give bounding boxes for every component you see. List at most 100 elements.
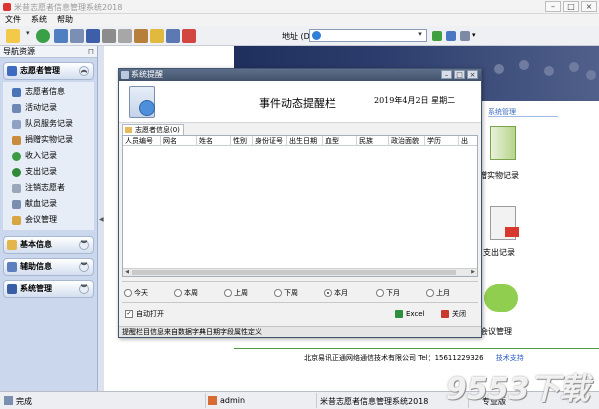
expense-icon bbox=[12, 168, 21, 177]
donation-record-label[interactable]: 赠实物记录 bbox=[479, 170, 519, 181]
nav-item-blood-donation[interactable]: 献血记录 bbox=[3, 196, 94, 212]
reminder-grid[interactable]: 人员编号 网名 姓名 性别 身份证号 出生日期 血型 民族 政治面貌 学历 出 … bbox=[122, 135, 478, 277]
pin-icon[interactable]: ⊓ bbox=[88, 46, 94, 58]
dialog-status-bar: 提醒栏目信息来自数据字典日期字段属性定义 bbox=[119, 326, 481, 337]
tools-icon[interactable] bbox=[134, 29, 148, 43]
column-header[interactable]: 民族 bbox=[357, 136, 389, 146]
close-button[interactable]: × bbox=[581, 1, 597, 12]
donation-record-tile[interactable] bbox=[490, 126, 516, 160]
page-icon[interactable] bbox=[460, 31, 470, 41]
page-menu-chevron-icon[interactable]: ▾ bbox=[472, 31, 476, 39]
column-header[interactable]: 出 bbox=[459, 136, 477, 146]
column-header[interactable]: 网名 bbox=[161, 136, 197, 146]
navigation-panel-title: 导航资源 bbox=[3, 47, 35, 56]
radio-this-month[interactable]: 本月 bbox=[324, 288, 348, 298]
nav-item-activity-record[interactable]: 活动记录 bbox=[3, 100, 94, 116]
radio-next-week[interactable]: 下周 bbox=[274, 288, 298, 298]
menu-file[interactable]: 文件 bbox=[5, 14, 21, 26]
window-title: 米昔志愿者信息管理系统2018 bbox=[14, 3, 123, 12]
lock-icon[interactable] bbox=[150, 29, 164, 43]
new-icon[interactable] bbox=[6, 29, 20, 43]
group-basic-info[interactable]: 基本信息 ︾ bbox=[3, 236, 94, 254]
collapse-arrow-icon[interactable]: ◀ bbox=[99, 216, 104, 232]
dialog-close-text-button[interactable]: 关闭 bbox=[441, 309, 466, 319]
column-header[interactable]: 学历 bbox=[425, 136, 459, 146]
current-user: admin bbox=[220, 396, 246, 405]
dialog-maximize-button[interactable]: □ bbox=[454, 70, 465, 79]
refresh-icon[interactable] bbox=[36, 29, 50, 43]
radio-next-month[interactable]: 下月 bbox=[376, 288, 400, 298]
settings-icon bbox=[7, 284, 17, 294]
dialog-title: 系统提醒 bbox=[131, 70, 163, 79]
expense-record-label[interactable]: 支出记录 bbox=[483, 247, 515, 258]
dialog-icon bbox=[121, 71, 129, 79]
maximize-button[interactable]: □ bbox=[563, 1, 579, 12]
excel-button[interactable]: Excel bbox=[395, 309, 425, 319]
go-icon[interactable] bbox=[432, 31, 442, 41]
meeting-icon bbox=[12, 216, 21, 225]
menu-help[interactable]: 帮助 bbox=[57, 14, 73, 26]
column-header[interactable]: 身份证号 bbox=[253, 136, 287, 146]
group-system-management[interactable]: 系统管理 ︾ bbox=[3, 280, 94, 298]
arrow-out-icon bbox=[505, 227, 519, 237]
meeting-management-tile[interactable] bbox=[484, 284, 518, 312]
nav-item-service-record[interactable]: 队员服务记录 bbox=[3, 116, 94, 132]
tab-volunteer-info[interactable]: 志愿者信息(0) bbox=[122, 124, 184, 135]
view-icon[interactable] bbox=[86, 29, 100, 43]
column-header[interactable]: 人员编号 bbox=[123, 136, 161, 146]
reminder-dialog: 系统提醒 – □ × 事件动态提醒栏 2019年4月2日 星期二 志愿者信息(0… bbox=[118, 68, 482, 338]
menu-system[interactable]: 系统 bbox=[31, 14, 47, 26]
horizontal-scrollbar[interactable]: ◀ ▶ bbox=[123, 268, 477, 276]
group-volunteer-management[interactable]: 志愿者管理 ︽ bbox=[3, 62, 94, 80]
status-icon bbox=[4, 396, 13, 405]
nav-item-donation-record[interactable]: 捐赠实物记录 bbox=[3, 132, 94, 148]
dialog-header: 事件动态提醒栏 2019年4月2日 星期二 bbox=[119, 81, 481, 123]
dropdown-arrow-icon[interactable]: ▾ bbox=[26, 29, 33, 43]
minimize-button[interactable]: – bbox=[545, 1, 561, 12]
radio-last-week[interactable]: 上周 bbox=[224, 288, 248, 298]
nav-item-meeting-management[interactable]: 会议管理 bbox=[3, 212, 94, 228]
chevron-down-icon[interactable]: ︾ bbox=[79, 240, 89, 250]
printer-icon[interactable] bbox=[118, 29, 132, 43]
scroll-right-icon[interactable]: ▶ bbox=[469, 269, 477, 276]
chevron-up-icon[interactable]: ︽ bbox=[79, 66, 89, 76]
chevron-down-icon[interactable]: ▾ bbox=[415, 30, 425, 41]
nav-item-income-record[interactable]: 收入记录 bbox=[3, 148, 94, 164]
meeting-management-label[interactable]: 会议管理 bbox=[480, 326, 512, 337]
footer-divider bbox=[234, 348, 599, 349]
expense-record-tile[interactable] bbox=[490, 206, 519, 240]
radio-this-week[interactable]: 本周 bbox=[174, 288, 198, 298]
nav-item-expense-record[interactable]: 支出记录 bbox=[3, 164, 94, 180]
auto-open-checkbox[interactable]: ✓ 自动打开 bbox=[125, 309, 164, 319]
column-header[interactable]: 姓名 bbox=[197, 136, 231, 146]
favorite-icon[interactable] bbox=[446, 31, 456, 41]
scroll-left-icon[interactable]: ◀ bbox=[123, 269, 131, 276]
save-icon[interactable] bbox=[70, 29, 84, 43]
column-header[interactable]: 血型 bbox=[323, 136, 357, 146]
address-field[interactable]: ▾ bbox=[309, 29, 427, 42]
column-header[interactable]: 政治面貌 bbox=[389, 136, 425, 146]
dialog-close-button[interactable]: × bbox=[467, 70, 478, 79]
radio-today[interactable]: 今天 bbox=[124, 288, 148, 298]
chevron-down-icon[interactable]: ︾ bbox=[79, 284, 89, 294]
column-header[interactable]: 出生日期 bbox=[287, 136, 323, 146]
company-name: 北京易讯正通网络通信技术有限公司 bbox=[304, 354, 416, 362]
print-icon[interactable] bbox=[102, 29, 116, 43]
nav-item-cancel-volunteer[interactable]: 注销志愿者 bbox=[3, 180, 94, 196]
exit-icon[interactable] bbox=[182, 29, 196, 43]
user-icon[interactable] bbox=[166, 29, 180, 43]
book-icon bbox=[7, 262, 17, 272]
cube-icon[interactable] bbox=[54, 29, 68, 43]
group-auxiliary-info[interactable]: 辅助信息 ︾ bbox=[3, 258, 94, 276]
user-icon bbox=[208, 396, 217, 405]
radio-last-month[interactable]: 上月 bbox=[426, 288, 450, 298]
chevron-down-icon[interactable]: ︾ bbox=[79, 262, 89, 272]
scrollbar-thumb[interactable] bbox=[132, 270, 456, 275]
navigation-panel: 导航资源 ⊓ 志愿者管理 ︽ 志愿者信息 活动记录 队员服务记录 捐赠实物记录 … bbox=[0, 46, 98, 391]
column-header[interactable]: 性别 bbox=[231, 136, 253, 146]
dialog-titlebar[interactable]: 系统提醒 – □ × bbox=[119, 69, 481, 81]
tech-support-link[interactable]: 技术支持 bbox=[496, 354, 524, 362]
nav-item-volunteer-info[interactable]: 志愿者信息 bbox=[3, 84, 94, 100]
dialog-minimize-button[interactable]: – bbox=[441, 70, 452, 79]
document-icon bbox=[12, 104, 21, 113]
